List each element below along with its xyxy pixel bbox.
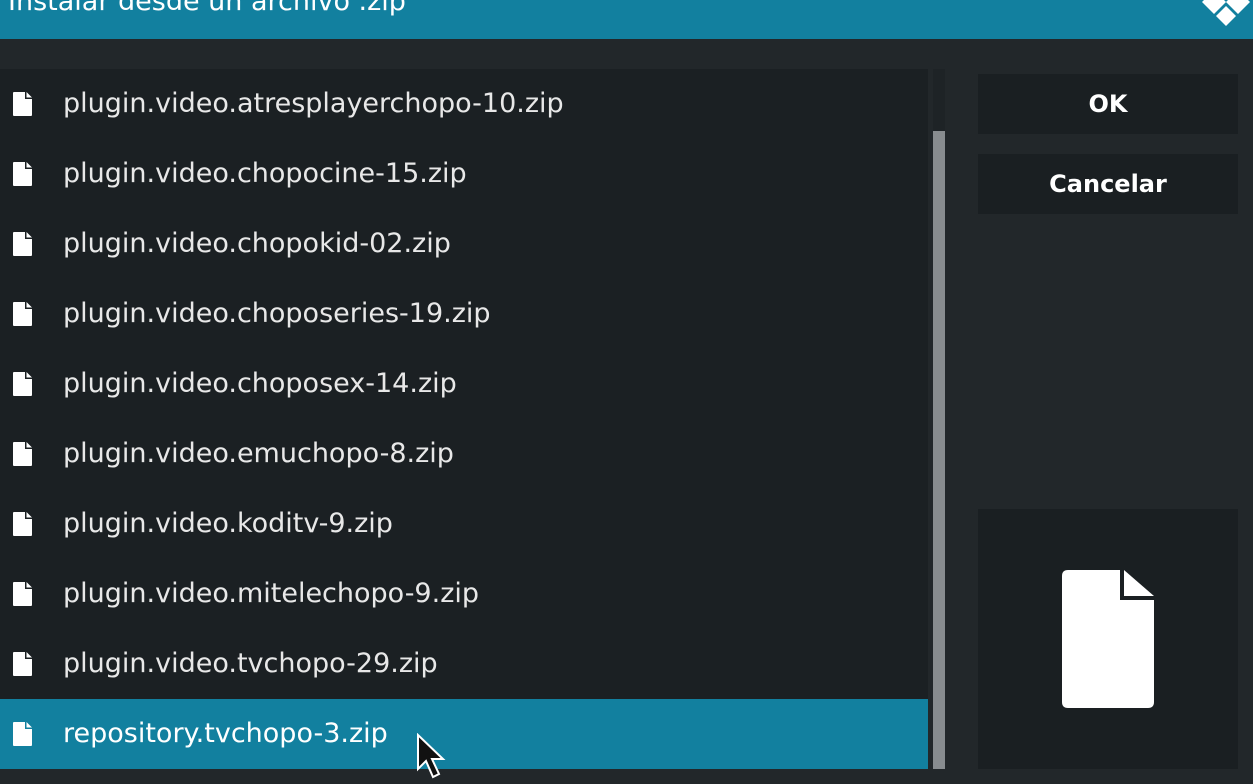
file-icon <box>13 442 32 466</box>
file-icon <box>13 722 32 746</box>
file-name: repository.tvchopo-3.zip <box>63 718 388 749</box>
file-icon <box>13 372 32 396</box>
file-list-item[interactable]: plugin.video.mitelechopo-9.zip <box>0 559 928 629</box>
file-icon <box>13 302 32 326</box>
file-icon <box>13 512 32 536</box>
file-name: plugin.video.mitelechopo-9.zip <box>63 578 480 609</box>
file-list-item[interactable]: plugin.video.atresplayerchopo-10.zip <box>0 69 928 139</box>
file-icon <box>13 582 32 606</box>
scrollbar-thumb[interactable] <box>933 69 945 131</box>
mouse-cursor-icon <box>417 733 446 779</box>
file-icon <box>13 162 32 186</box>
file-name: plugin.video.choposex-14.zip <box>63 368 457 399</box>
file-name: plugin.video.choposeries-19.zip <box>63 298 491 329</box>
dialog-title: Instalar desde un archivo .zip <box>8 0 406 17</box>
preview-panel <box>978 509 1238 769</box>
file-name: plugin.video.atresplayerchopo-10.zip <box>63 88 564 119</box>
file-icon <box>13 92 32 116</box>
file-list-item[interactable]: plugin.video.choposeries-19.zip <box>0 279 928 349</box>
file-icon <box>13 652 32 676</box>
dialog-header: Instalar desde un archivo .zip <box>0 0 1253 39</box>
file-preview-icon <box>1062 570 1154 708</box>
cancel-button[interactable]: Cancelar <box>978 154 1238 214</box>
scrollbar-track[interactable] <box>933 69 945 769</box>
file-list-item[interactable]: plugin.video.tvchopo-29.zip <box>0 629 928 699</box>
kodi-logo-icon <box>1202 0 1250 26</box>
ok-button[interactable]: OK <box>978 74 1238 134</box>
file-list-item[interactable]: plugin.video.chopokid-02.zip <box>0 209 928 279</box>
file-name: plugin.video.emuchopo-8.zip <box>63 438 454 469</box>
file-name: plugin.video.chopokid-02.zip <box>63 228 451 259</box>
file-name: plugin.video.tvchopo-29.zip <box>63 648 438 679</box>
file-name: plugin.video.chopocine-15.zip <box>63 158 467 189</box>
file-icon <box>13 232 32 256</box>
file-list-item[interactable]: repository.tvchopo-3.zip <box>0 699 928 769</box>
file-list-item[interactable]: plugin.video.choposex-14.zip <box>0 349 928 419</box>
file-list-item[interactable]: plugin.video.koditv-9.zip <box>0 489 928 559</box>
file-list-item[interactable]: plugin.video.chopocine-15.zip <box>0 139 928 209</box>
file-name: plugin.video.koditv-9.zip <box>63 508 393 539</box>
file-list-item[interactable]: plugin.video.emuchopo-8.zip <box>0 419 928 489</box>
file-list: plugin.video.atresplayerchopo-10.zip plug… <box>0 69 928 769</box>
